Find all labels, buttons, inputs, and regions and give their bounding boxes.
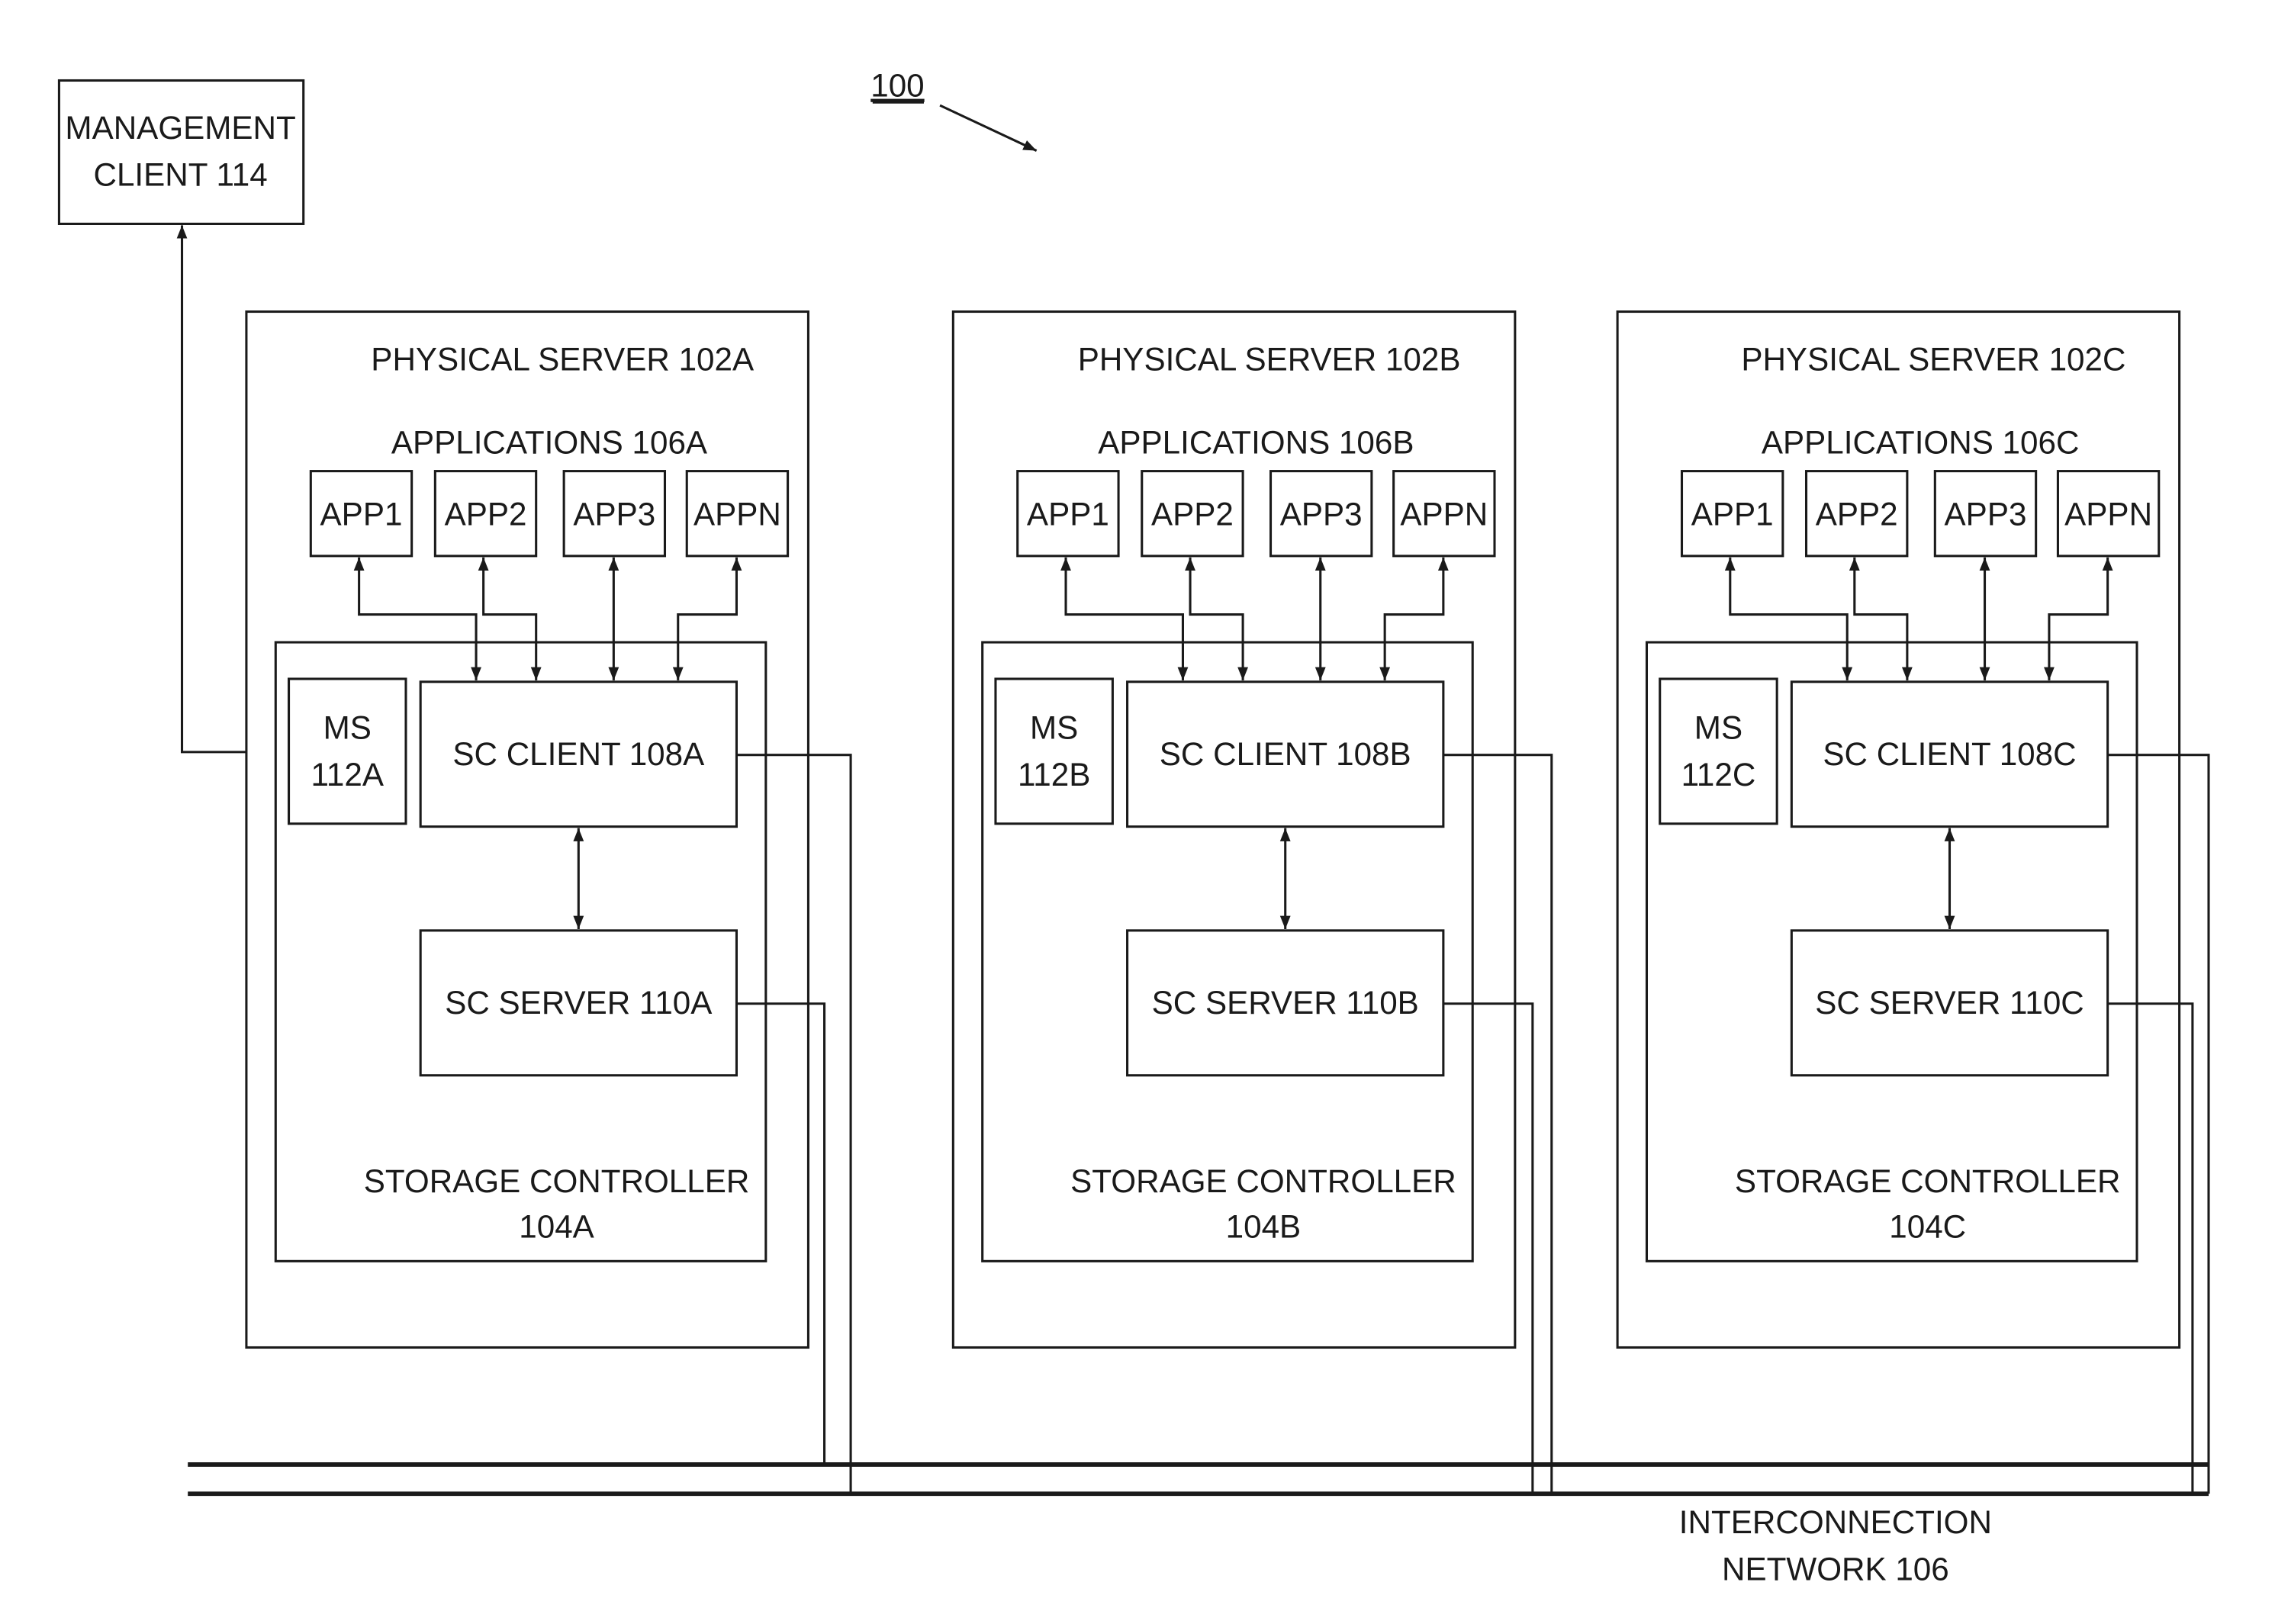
app-box: APP2: [1804, 470, 1909, 558]
sc-client-label: SC CLIENT 108C: [1823, 736, 2076, 772]
app-box: APP2: [433, 470, 538, 558]
app-label: APP3: [1945, 497, 2027, 532]
physical-server: PHYSICAL SERVER 102C APPLICATIONS 106C APP…: [1616, 310, 2210, 1494]
storage-controller-label-line1: STORAGE CONTROLLER: [364, 1163, 750, 1199]
figure-reference: 100: [870, 68, 924, 104]
figure-reference-arrow: [939, 104, 1038, 152]
app-box: APP1: [309, 470, 413, 558]
app-label: APPN: [1400, 497, 1488, 532]
system-diagram: 100 MANAGEMENT CLIENT 114 PHYSICAL SERVE…: [57, 68, 2210, 1587]
ms-label-line2: 112B: [1018, 757, 1090, 793]
app-label: APP2: [1151, 497, 1234, 532]
sc-server-label: SC SERVER 110C: [1815, 985, 2084, 1021]
management-client: MANAGEMENT CLIENT 114: [57, 79, 305, 225]
storage-controller-label-line2: 104A: [519, 1209, 594, 1245]
sc-server-label: SC SERVER 110B: [1152, 985, 1419, 1021]
storage-controller-label-line2: 104C: [1889, 1209, 1966, 1245]
management-client-label-line2: CLIENT 114: [93, 157, 267, 193]
sc-server-box: SC SERVER 110C: [1790, 929, 2109, 1077]
app-box: APP1: [1016, 470, 1120, 558]
physical-server-title: PHYSICAL SERVER 102B: [1078, 341, 1461, 377]
applications-label: APPLICATIONS 106A: [391, 425, 708, 461]
management-client-label-line1: MANAGEMENT: [65, 110, 295, 146]
sc-server-box: SC SERVER 110B: [1126, 929, 1445, 1077]
app-box: APP3: [1933, 470, 2038, 558]
app-box: APP1: [1680, 470, 1784, 558]
app-box: APPN: [685, 470, 790, 558]
sc-client-box: SC CLIENT 108C: [1790, 680, 2109, 828]
app-label: APP1: [1027, 497, 1109, 532]
storage-controller-label-line1: STORAGE CONTROLLER: [1070, 1163, 1456, 1199]
sc-client-box: SC CLIENT 108A: [419, 680, 738, 828]
physical-servers: PHYSICAL SERVER 102A APPLICATIONS 106A APP…: [245, 310, 2210, 1494]
storage-controller-label-line1: STORAGE CONTROLLER: [1735, 1163, 2121, 1199]
management-service-box: MS 112C: [1659, 677, 1778, 825]
app-label: APP3: [573, 497, 655, 532]
app-label: APPN: [2064, 497, 2152, 532]
ms-label-line2: 112A: [311, 757, 385, 793]
ms-label-line2: 112C: [1681, 757, 1756, 793]
physical-server: PHYSICAL SERVER 102B APPLICATIONS 106B APP…: [951, 310, 1553, 1494]
sc-client-box: SC CLIENT 108B: [1126, 680, 1445, 828]
app-box: APP3: [562, 470, 667, 558]
applications-label: APPLICATIONS 106B: [1098, 425, 1414, 461]
app-label: APP2: [445, 497, 527, 532]
app-label: APP3: [1280, 497, 1363, 532]
network-label-line2: NETWORK 106: [1722, 1551, 1949, 1587]
app-box: APP3: [1269, 470, 1373, 558]
sc-client-label: SC CLIENT 108A: [452, 736, 705, 772]
applications-label: APPLICATIONS 106C: [1762, 425, 2080, 461]
network-label-line1: INTERCONNECTION: [1679, 1504, 1992, 1540]
ms-label-line1: MS: [1694, 710, 1742, 746]
app-label: APP2: [1816, 497, 1898, 532]
app-box: APPN: [2056, 470, 2161, 558]
management-service-box: MS 112B: [994, 677, 1114, 825]
sc-server-box: SC SERVER 110A: [419, 929, 738, 1077]
app-label: APP1: [1691, 497, 1774, 532]
sc-server-label: SC SERVER 110A: [445, 985, 713, 1021]
ms-label-line1: MS: [1030, 710, 1078, 746]
app-label: APPN: [693, 497, 781, 532]
management-service-box: MS 112A: [288, 677, 407, 825]
physical-server-title: PHYSICAL SERVER 102A: [371, 341, 755, 377]
app-box: APP2: [1141, 470, 1244, 558]
physical-server-title: PHYSICAL SERVER 102C: [1741, 341, 2125, 377]
storage-controller-label-line2: 104B: [1226, 1209, 1302, 1245]
physical-server: PHYSICAL SERVER 102A APPLICATIONS 106A APP…: [245, 310, 852, 1494]
ms-label-line1: MS: [323, 710, 372, 746]
app-box: APPN: [1392, 470, 1496, 558]
app-label: APP1: [320, 497, 403, 532]
sc-client-label: SC CLIENT 108B: [1160, 736, 1411, 772]
